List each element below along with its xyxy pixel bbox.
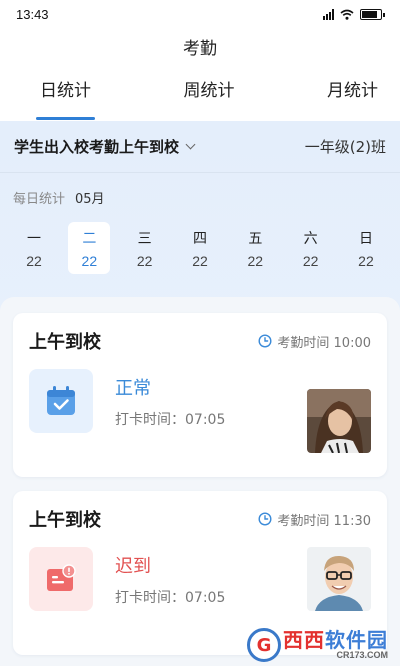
day-saturday[interactable]: 六 22 — [290, 222, 332, 274]
day-friday[interactable]: 五 22 — [234, 222, 276, 274]
signal-icon — [323, 8, 334, 20]
month-selector[interactable]: 05月 — [75, 188, 105, 207]
tab-monthly[interactable]: 月统计 — [327, 77, 378, 121]
tab-weekly[interactable]: 周统计 — [184, 77, 235, 121]
stat-tabs: 日统计 周统计 月统计 — [0, 77, 400, 121]
logo-icon: G — [247, 628, 281, 662]
clock-icon — [258, 512, 272, 526]
punch-time: 打卡时间：07:05 — [115, 589, 226, 606]
calendar-check-icon — [29, 369, 93, 433]
page-title: 考勤 — [183, 39, 217, 59]
status-normal: 正常 — [115, 377, 151, 399]
attendance-group-label: 学生出入校考勤上午到校 — [14, 138, 180, 156]
status-icons — [323, 8, 385, 20]
late-alert-icon — [29, 547, 93, 611]
day-monday[interactable]: 一 22 — [13, 222, 55, 274]
day-sunday[interactable]: 日 22 — [345, 222, 387, 274]
attendance-time: 考勤时间 11:30 — [258, 510, 371, 529]
watermark-sub: CR173.COM — [336, 650, 388, 660]
date-label: 22 — [302, 252, 319, 269]
attendance-time: 考勤时间 10:00 — [258, 332, 371, 351]
date-label: 22 — [247, 252, 264, 269]
punch-time: 打卡时间：07:05 — [115, 411, 226, 428]
weekday-label: 五 — [248, 230, 263, 247]
weekday-label: 六 — [303, 230, 318, 247]
day-thursday[interactable]: 四 22 — [179, 222, 221, 274]
daily-stat-label: 每日统计 — [13, 191, 66, 207]
watermark-main-1: 西西 — [283, 628, 325, 652]
weekday-label: 一 — [27, 230, 41, 247]
student-photo[interactable] — [307, 389, 371, 453]
attendance-group-dropdown[interactable]: 学生出入校考勤上午到校 — [14, 136, 196, 157]
date-label: 22 — [192, 252, 208, 269]
attendance-time-text: 考勤时间 11:30 — [277, 513, 371, 529]
attendance-time-text: 考勤时间 10:00 — [277, 335, 371, 351]
day-wednesday[interactable]: 三 22 — [124, 222, 166, 274]
date-label: 22 — [26, 252, 42, 269]
weekday-label: 三 — [137, 230, 152, 247]
date-label: 22 — [136, 252, 153, 269]
date-label: 22 — [358, 252, 374, 269]
week-selector: 一 22 二 22 三 22 四 22 五 22 六 22 日 22 — [0, 222, 400, 274]
attendance-records: 上午到校 考勤时间 10:00 正常 打卡时间：07:05 上午到校 考勤时间 … — [0, 297, 400, 666]
weekday-label: 二 — [82, 230, 97, 247]
card-title: 上午到校 — [29, 332, 101, 353]
status-time: 13:43 — [16, 6, 49, 22]
filter-row: 学生出入校考勤上午到校 一年级(2)班 — [0, 121, 400, 173]
day-tuesday[interactable]: 二 22 — [68, 222, 111, 274]
wifi-icon — [340, 9, 354, 20]
tab-daily[interactable]: 日统计 — [36, 77, 95, 121]
status-late: 迟到 — [115, 555, 151, 577]
attendance-card[interactable]: 上午到校 考勤时间 10:00 正常 打卡时间：07:05 — [13, 313, 387, 477]
weekday-label: 四 — [192, 230, 207, 247]
card-title: 上午到校 — [29, 510, 101, 531]
watermark-main-2: 软件园 — [325, 628, 388, 652]
weekday-label: 日 — [358, 230, 373, 247]
date-label: 22 — [81, 252, 98, 269]
student-photo[interactable] — [307, 547, 371, 611]
daily-stat-row: 每日统计 05月 — [0, 187, 400, 207]
chevron-down-icon — [185, 139, 196, 150]
battery-icon — [360, 8, 385, 20]
class-label[interactable]: 一年级(2)班 — [305, 136, 386, 157]
watermark-logo: G 西西软件园 CR173.COM — [247, 628, 388, 662]
status-bar: 13:43 — [0, 0, 400, 28]
clock-icon — [258, 334, 272, 348]
